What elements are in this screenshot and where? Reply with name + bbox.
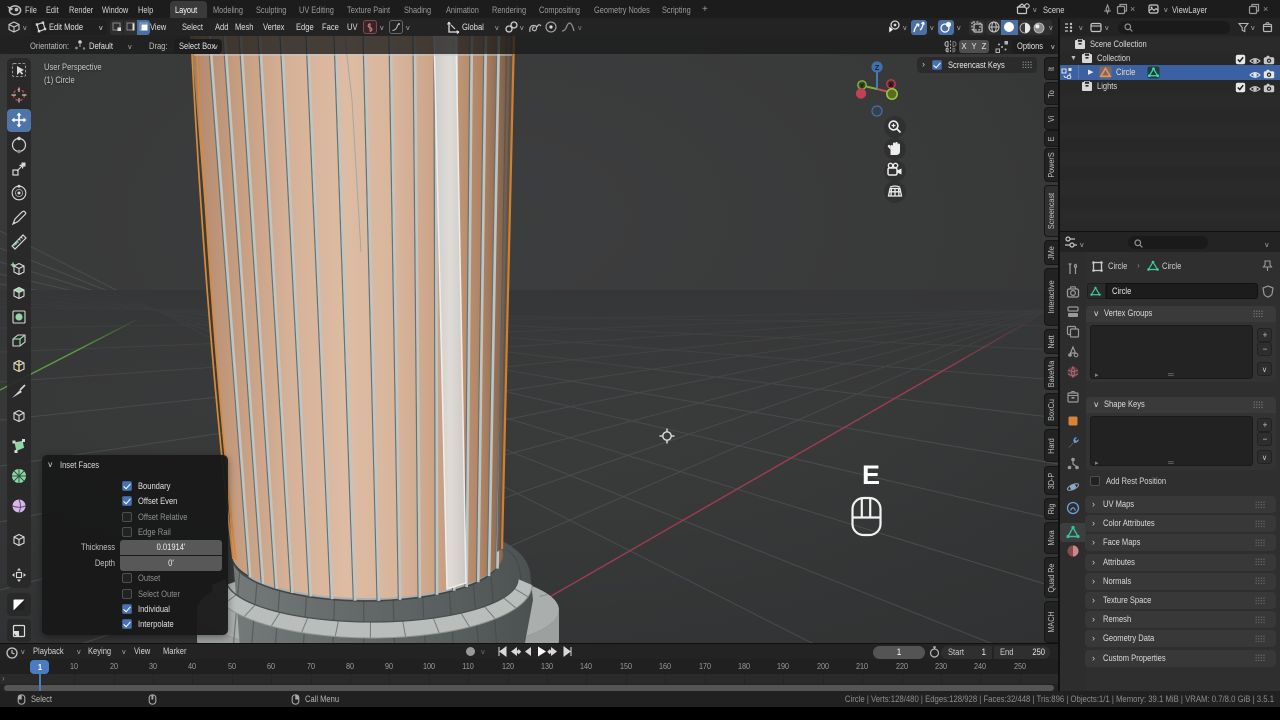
svg-text:Z: Z xyxy=(875,63,880,72)
svg-text:E: E xyxy=(862,460,880,490)
svg-text:X: X xyxy=(889,82,894,89)
